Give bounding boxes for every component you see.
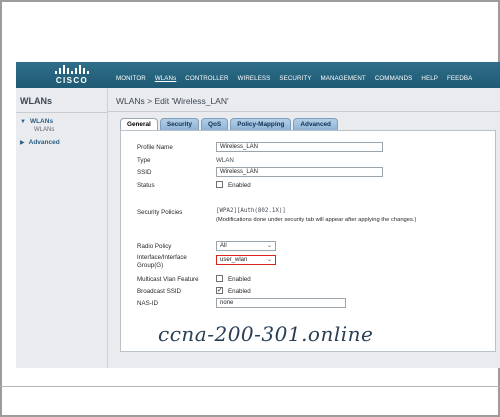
- profile-name-field[interactable]: Wireless_LAN: [216, 142, 383, 152]
- interface-group-label: Interface/Interface: [137, 254, 187, 261]
- cisco-wordmark: CISCO: [55, 76, 89, 85]
- nas-id-label: NAS-ID: [137, 300, 158, 307]
- tab-advanced[interactable]: Advanced: [293, 118, 338, 130]
- menu-help[interactable]: HELP: [421, 75, 438, 82]
- profile-name-label: Profile Name: [137, 144, 173, 151]
- radio-policy-label: Radio Policy: [137, 243, 172, 250]
- expanded-triangle-icon: ▼: [20, 119, 26, 125]
- menu-wlans[interactable]: WLANs: [155, 75, 176, 82]
- main-menu: MONITOR WLANs CONTROLLER WIRELESS SECURI…: [116, 75, 481, 82]
- multicast-vlan-enabled-label: Enabled: [228, 276, 251, 283]
- title-divider: [108, 111, 500, 112]
- watermark-text: ccna-200-301.online: [158, 322, 374, 346]
- sidebar-item-advanced[interactable]: ▶ Advanced: [20, 139, 60, 146]
- multicast-vlan-label: Multicast Vlan Feature: [137, 276, 199, 283]
- type-value: WLAN: [216, 157, 234, 164]
- menu-wireless[interactable]: WIRELESS: [238, 75, 271, 82]
- menu-commands[interactable]: COMMANDS: [375, 75, 413, 82]
- general-panel: Profile Name Wireless_LAN Type WLAN SSID…: [120, 130, 496, 352]
- menu-management[interactable]: MANAGEMENT: [320, 75, 365, 82]
- status-label: Status: [137, 182, 155, 189]
- sidebar-item-wlans[interactable]: ▼ WLANs: [20, 118, 53, 125]
- sidebar-divider: [16, 112, 108, 113]
- interface-group-label-line2: Group(G): [137, 262, 164, 269]
- tab-security[interactable]: Security: [159, 118, 200, 130]
- interface-group-select[interactable]: user_wlan ⌄: [216, 255, 276, 265]
- status-checkbox[interactable]: [216, 181, 223, 188]
- chevron-down-icon: ⌄: [266, 243, 272, 249]
- multicast-vlan-checkbox[interactable]: [216, 275, 223, 282]
- page-title: WLANs > Edit 'Wireless_LAN': [116, 96, 229, 106]
- collapsed-triangle-icon: ▶: [20, 140, 25, 146]
- security-policies-value: [WPA2][Auth(802.1X)]: [216, 208, 286, 214]
- sidebar-item-label: WLANs: [29, 118, 54, 125]
- sidebar: WLANs ▼ WLANs WLANs ▶ Advanced: [16, 88, 108, 368]
- sidebar-item-label: Advanced: [28, 139, 60, 146]
- tab-qos[interactable]: QoS: [201, 118, 229, 130]
- broadcast-ssid-enabled-label: Enabled: [228, 288, 251, 295]
- security-policies-label: Security Policies: [137, 209, 183, 216]
- top-navigation-bar: CISCO MONITOR WLANs CONTROLLER WIRELESS …: [16, 62, 500, 88]
- radio-policy-select[interactable]: All ⌄: [216, 241, 276, 251]
- menu-monitor[interactable]: MONITOR: [116, 75, 146, 82]
- tab-policy-mapping[interactable]: Policy-Mapping: [230, 118, 292, 130]
- chevron-down-icon: ⌄: [266, 257, 272, 263]
- divider: [0, 386, 500, 387]
- security-policies-note: (Modifications done under security tab w…: [216, 217, 417, 223]
- nas-id-field[interactable]: none: [216, 298, 346, 308]
- broadcast-ssid-label: Broadcast SSID: [137, 288, 182, 295]
- cisco-bars-icon: [46, 65, 98, 74]
- type-label: Type: [137, 157, 151, 164]
- cisco-logo: CISCO: [46, 65, 98, 87]
- radio-policy-value: All: [220, 243, 227, 249]
- menu-feedback[interactable]: FEEDBA: [447, 75, 472, 82]
- broadcast-ssid-checkbox[interactable]: [216, 286, 223, 294]
- ssid-field[interactable]: Wireless_LAN: [216, 167, 383, 177]
- status-enabled-label: Enabled: [228, 182, 251, 189]
- menu-security[interactable]: SECURITY: [279, 75, 311, 82]
- menu-controller[interactable]: CONTROLLER: [185, 75, 228, 82]
- sidebar-title: WLANs: [20, 96, 52, 106]
- interface-group-value: user_wlan: [220, 257, 248, 263]
- ssid-label: SSID: [137, 169, 152, 176]
- sidebar-subitem-wlans[interactable]: WLANs: [34, 127, 54, 133]
